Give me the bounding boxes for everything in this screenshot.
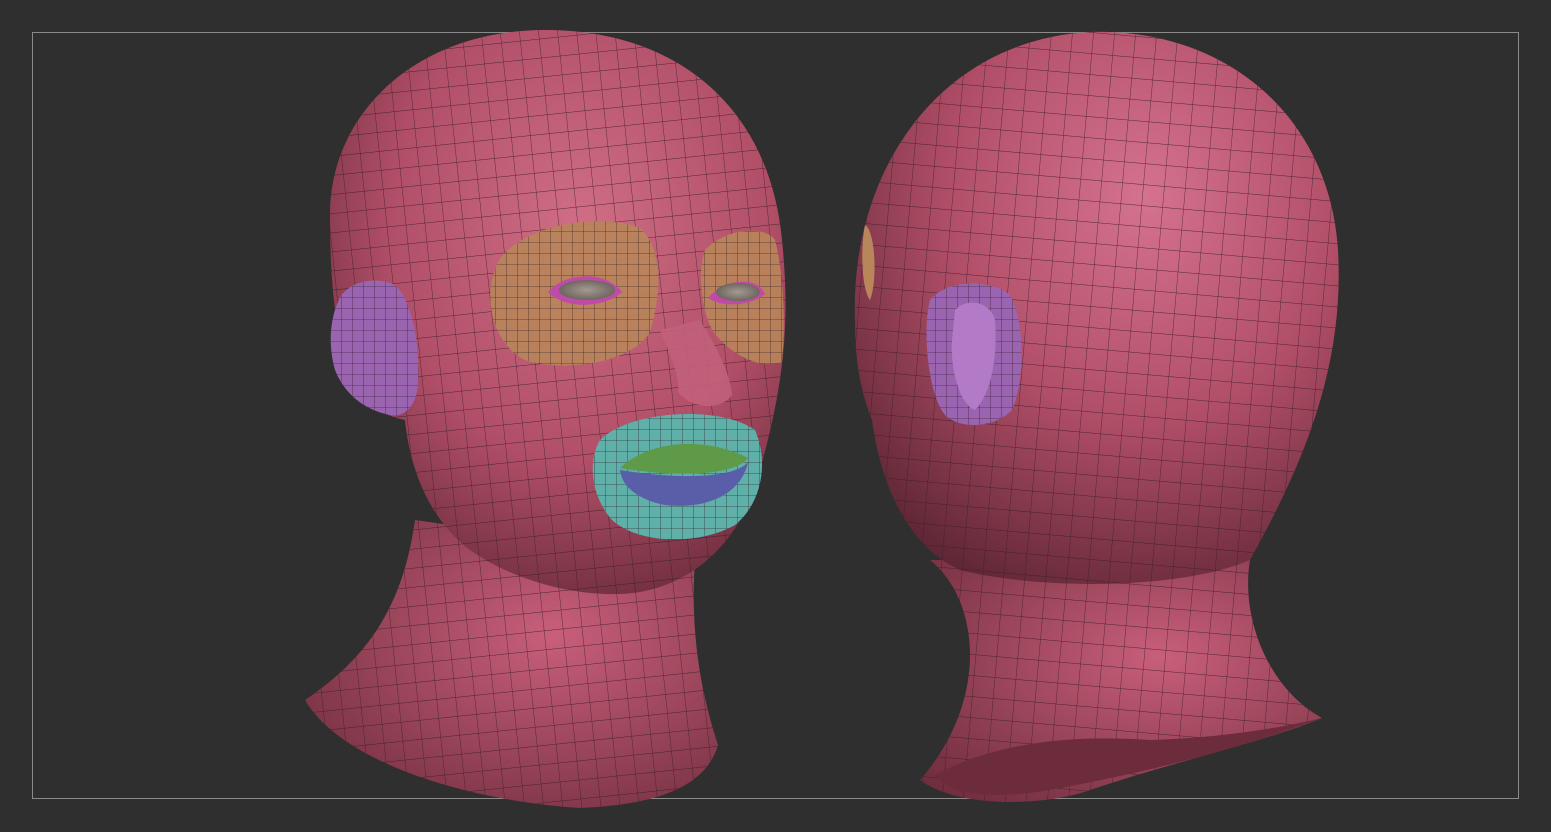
3d-viewport[interactable] [0, 0, 1551, 832]
head-model-back[interactable] [854, 31, 1339, 802]
head-model-front[interactable] [305, 30, 786, 808]
eyeball-right [559, 280, 615, 300]
eyeball-left [716, 283, 760, 301]
scene-canvas[interactable] [0, 0, 1551, 832]
